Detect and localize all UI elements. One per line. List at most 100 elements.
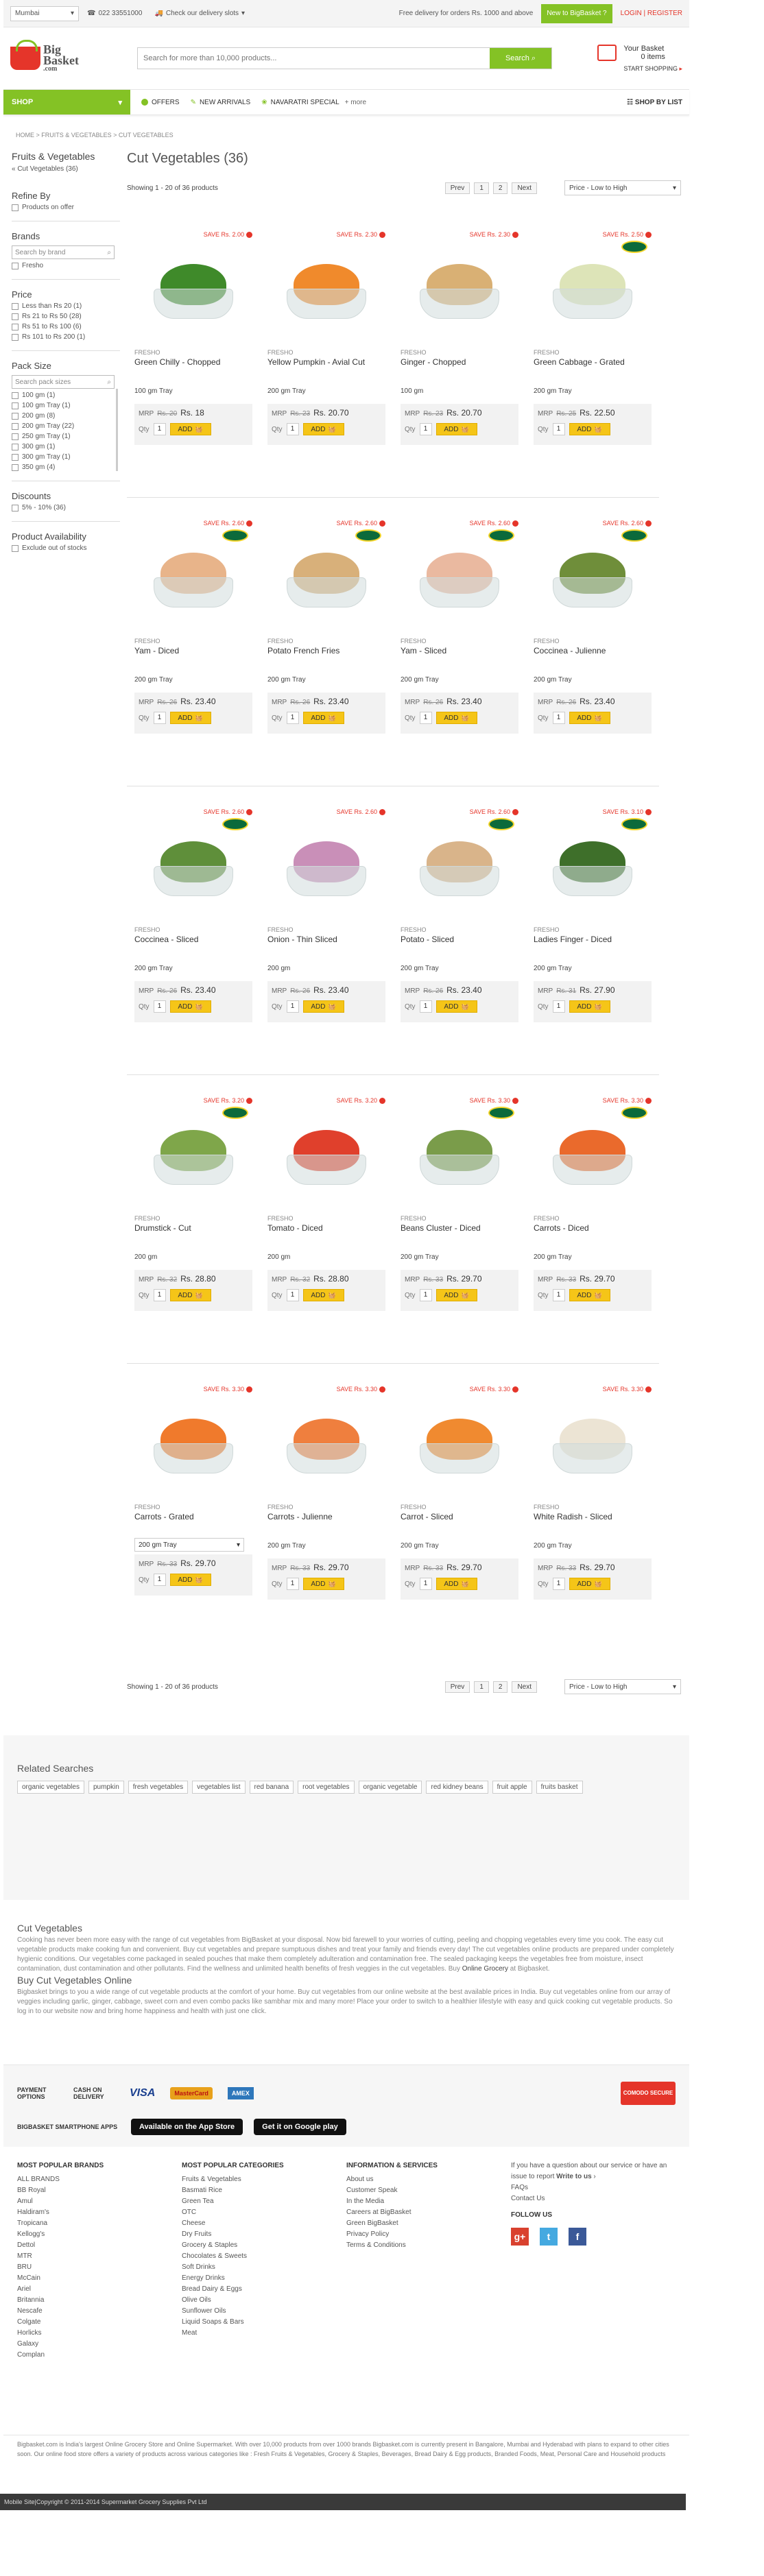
add-to-basket-button[interactable]: ADD 🧺 [435, 1289, 477, 1301]
related-search-tag[interactable]: red banana [249, 1781, 294, 1794]
qty-input[interactable]: 1 [552, 712, 565, 724]
footer-brand-link[interactable]: Britannia [17, 2295, 182, 2306]
related-search-tag[interactable]: organic vegetables [17, 1781, 84, 1794]
google-plus-icon[interactable]: g+ [511, 2228, 529, 2246]
shop-by-list-link[interactable]: ☷ SHOP BY LIST [627, 99, 682, 106]
exclude-out-of-stock-checkbox[interactable]: Exclude out of stocks [12, 544, 120, 552]
related-search-tag[interactable]: root vegetables [298, 1781, 355, 1794]
qty-input[interactable]: 1 [552, 1578, 565, 1590]
product-name[interactable]: Carrot - Sliced [401, 1512, 518, 1534]
breadcrumb-home[interactable]: HOME [16, 132, 34, 139]
related-search-tag[interactable]: organic vegetable [358, 1781, 422, 1794]
product-image[interactable] [534, 1105, 652, 1208]
product-image[interactable] [134, 528, 252, 631]
add-to-basket-button[interactable]: ADD 🧺 [169, 1574, 211, 1586]
start-shopping-link[interactable]: START SHOPPING ▸ [623, 65, 682, 73]
contact-link[interactable]: Contact Us [511, 2193, 676, 2204]
footer-brand-link[interactable]: MTR [17, 2251, 182, 2262]
product-name[interactable]: Ginger - Chopped [401, 357, 518, 379]
footer-brand-link[interactable]: Tropicana [17, 2218, 182, 2229]
qty-input[interactable]: 1 [419, 1000, 432, 1013]
product-image[interactable] [267, 817, 385, 919]
discount-filter-checkbox[interactable]: 5% - 10% (36) [12, 504, 120, 511]
price-filter-checkbox[interactable]: Rs 51 to Rs 100 (6) [12, 323, 120, 330]
page-2-button[interactable]: 2 [492, 1681, 508, 1693]
nav-offers[interactable]: OFFERS [141, 99, 180, 106]
qty-input[interactable]: 1 [552, 1000, 565, 1013]
footer-info-link[interactable]: Privacy Policy [346, 2229, 511, 2240]
related-search-tag[interactable]: pumpkin [88, 1781, 124, 1794]
add-to-basket-button[interactable]: ADD 🧺 [302, 423, 344, 435]
footer-brand-link[interactable]: ALL BRANDS [17, 2174, 182, 2185]
qty-input[interactable]: 1 [419, 1289, 432, 1301]
product-name[interactable]: Carrots - Julienne [267, 1512, 385, 1534]
footer-category-link[interactable]: Fruits & Vegetables [182, 2174, 346, 2185]
product-name[interactable]: Drumstick - Cut [134, 1223, 252, 1245]
next-page-button[interactable]: Next [512, 182, 537, 194]
qty-input[interactable]: 1 [552, 423, 565, 435]
related-search-tag[interactable]: fruit apple [492, 1781, 532, 1794]
add-to-basket-button[interactable]: ADD 🧺 [302, 712, 344, 724]
product-image[interactable] [134, 239, 252, 342]
online-grocery-link[interactable]: Online Grocery [462, 1965, 508, 1973]
product-image[interactable] [134, 1105, 252, 1208]
footer-info-link[interactable]: In the Media [346, 2196, 511, 2207]
related-search-tag[interactable]: vegetables list [192, 1781, 246, 1794]
add-to-basket-button[interactable]: ADD 🧺 [435, 1578, 477, 1590]
product-image[interactable] [401, 1394, 518, 1497]
add-to-basket-button[interactable]: ADD 🧺 [169, 423, 211, 435]
footer-brand-link[interactable]: BRU [17, 2262, 182, 2273]
related-search-tag[interactable]: red kidney beans [426, 1781, 488, 1794]
prev-page-button[interactable]: Prev [444, 1681, 470, 1693]
pack-filter-checkbox[interactable]: 100 gm Tray (1) [12, 402, 116, 409]
footer-brand-link[interactable]: Galaxy [17, 2339, 182, 2350]
product-name[interactable]: Beans Cluster - Diced [401, 1223, 518, 1245]
product-image[interactable] [534, 239, 652, 342]
footer-brand-link[interactable]: Complan [17, 2350, 182, 2361]
footer-info-link[interactable]: Careers at BigBasket [346, 2207, 511, 2218]
next-page-button[interactable]: Next [512, 1681, 537, 1693]
product-name[interactable]: Ladies Finger - Diced [534, 935, 652, 956]
pack-filter-checkbox[interactable]: 300 gm Tray (1) [12, 453, 116, 461]
add-to-basket-button[interactable]: ADD 🧺 [435, 423, 477, 435]
google-play-button[interactable]: Get it on Google play [254, 2119, 346, 2135]
footer-category-link[interactable]: Energy Drinks [182, 2273, 346, 2284]
product-name[interactable]: Potato - Sliced [401, 935, 518, 956]
mobile-site-link[interactable]: Mobile Site [4, 2499, 35, 2505]
qty-input[interactable]: 1 [153, 1000, 166, 1013]
product-name[interactable]: Carrots - Diced [534, 1223, 652, 1245]
product-name[interactable]: Coccinea - Sliced [134, 935, 252, 956]
footer-category-link[interactable]: Bread Dairy & Eggs [182, 2284, 346, 2295]
page-1-button[interactable]: 1 [474, 182, 489, 194]
product-name[interactable]: Yam - Sliced [401, 646, 518, 668]
add-to-basket-button[interactable]: ADD 🧺 [169, 712, 211, 724]
add-to-basket-button[interactable]: ADD 🧺 [169, 1000, 211, 1013]
pack-size-select[interactable]: 200 gm Tray ▾ [134, 1538, 244, 1552]
footer-brand-link[interactable]: Horlicks [17, 2328, 182, 2339]
products-on-offer-checkbox[interactable]: Products on offer [12, 204, 120, 211]
register-link[interactable]: REGISTER [647, 10, 682, 17]
add-to-basket-button[interactable]: ADD 🧺 [569, 1000, 610, 1013]
qty-input[interactable]: 1 [552, 1289, 565, 1301]
search-input[interactable] [138, 48, 490, 69]
product-image[interactable] [267, 1105, 385, 1208]
write-to-us-link[interactable]: Write to us [556, 2173, 591, 2180]
product-name[interactable]: Coccinea - Julienne [534, 646, 652, 668]
footer-brand-link[interactable]: Kellogg's [17, 2229, 182, 2240]
nav-navaratri-special[interactable]: ❀ NAVARATRI SPECIAL [261, 99, 339, 106]
product-image[interactable] [134, 1394, 252, 1497]
brand-filter-checkbox[interactable]: Fresho [12, 262, 120, 269]
facebook-icon[interactable]: f [569, 2228, 586, 2246]
related-search-tag[interactable]: fruits basket [536, 1781, 583, 1794]
footer-category-link[interactable]: Olive Oils [182, 2295, 346, 2306]
prev-page-button[interactable]: Prev [444, 182, 470, 194]
qty-input[interactable]: 1 [419, 1578, 432, 1590]
product-image[interactable] [401, 239, 518, 342]
product-name[interactable]: Yellow Pumpkin - Avial Cut [267, 357, 385, 379]
footer-category-link[interactable]: Meat [182, 2328, 346, 2339]
footer-category-link[interactable]: Chocolates & Sweets [182, 2251, 346, 2262]
qty-input[interactable]: 1 [419, 712, 432, 724]
footer-category-link[interactable]: Sunflower Oils [182, 2306, 346, 2317]
qty-input[interactable]: 1 [153, 1289, 166, 1301]
sidebar-subcategory-link[interactable]: « Cut Vegetables (36) [12, 165, 120, 173]
